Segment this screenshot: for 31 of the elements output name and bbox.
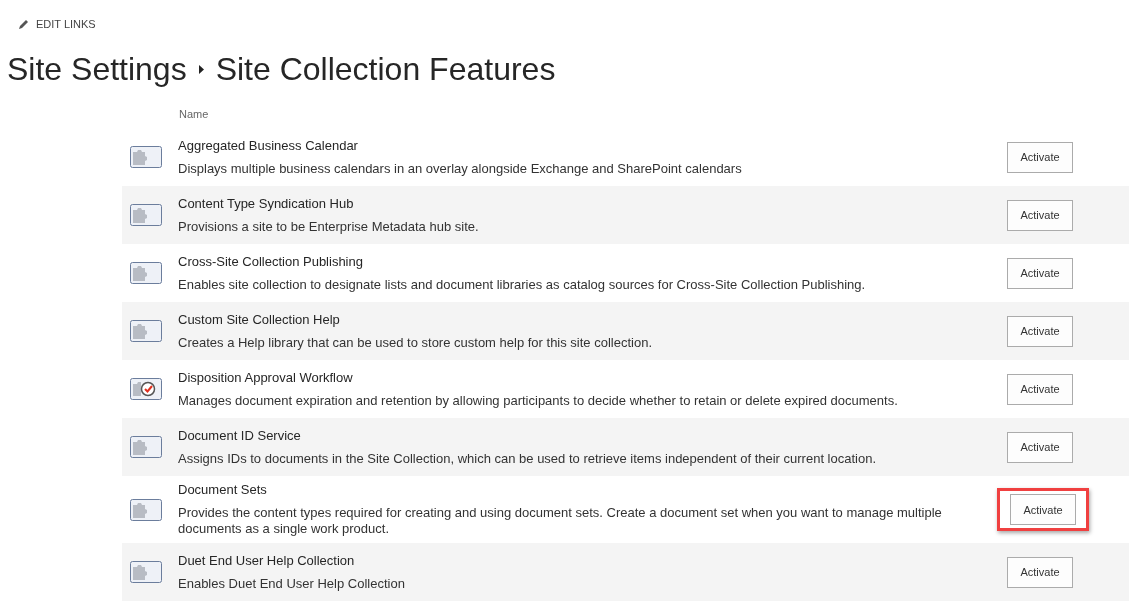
feature-description: Provisions a site to be Enterprise Metadata hub site. xyxy=(178,218,480,235)
feature-title: Custom Site Collection Help xyxy=(178,311,341,327)
activate-button[interactable]: Activate xyxy=(1007,199,1073,231)
feature-title: Document ID Service xyxy=(178,427,302,443)
feature-title: Aggregated Business Calendar xyxy=(178,137,359,153)
feature-description: Assigns IDs to documents in the Site Collection, which can be used to retrieve items independent of their current location. xyxy=(178,450,878,467)
activate-button[interactable]: Activate xyxy=(1007,257,1073,289)
feature-title: Document Sets xyxy=(178,482,268,497)
feature-title: Content Type Syndication Hub xyxy=(178,195,355,211)
activate-button[interactable]: Activate xyxy=(1007,373,1073,405)
feature-description: Enables site collection to designate lists and document libraries as catalog sources for Cross-Site Collection Publishing. xyxy=(178,276,867,293)
pencil-icon xyxy=(18,18,30,30)
workflow-check-icon xyxy=(130,378,162,400)
feature-title: Disposition Approval Workflow xyxy=(178,369,354,385)
feature-description: Provides the content types required for creating and using document sets. Create a document set when you want to manage multiple documents as a single work product. xyxy=(178,505,943,537)
feature-description: Enables Duet End User Help Collection xyxy=(178,575,406,592)
feature-description: Manages document expiration and retention by allowing participants to decide whether to retain or delete expired documents. xyxy=(178,392,899,409)
feature-description: Displays multiple business calendars in an overlay alongside Exchange and SharePoint calendars xyxy=(178,160,743,177)
feature-title: Duet End User Help Collection xyxy=(178,552,356,568)
activate-button[interactable]: Activate xyxy=(1007,556,1073,588)
column-header: Name xyxy=(179,108,209,120)
activate-button[interactable]: Activate xyxy=(1007,315,1073,347)
edit-links-link[interactable]: EDIT LINKS xyxy=(36,18,96,30)
breadcrumb-arrow-icon xyxy=(198,64,204,74)
activate-button[interactable]: Activate xyxy=(1007,431,1073,463)
page-title: Site Settings xyxy=(7,50,187,88)
feature-title: Cross-Site Collection Publishing xyxy=(178,253,364,269)
activate-button[interactable]: Activate xyxy=(1007,141,1073,173)
feature-description: Creates a Help library that can be used to store custom help for this site collection. xyxy=(178,334,653,351)
page-title: Site Collection Features xyxy=(215,50,556,88)
activate-button[interactable]: Activate xyxy=(1010,494,1076,525)
